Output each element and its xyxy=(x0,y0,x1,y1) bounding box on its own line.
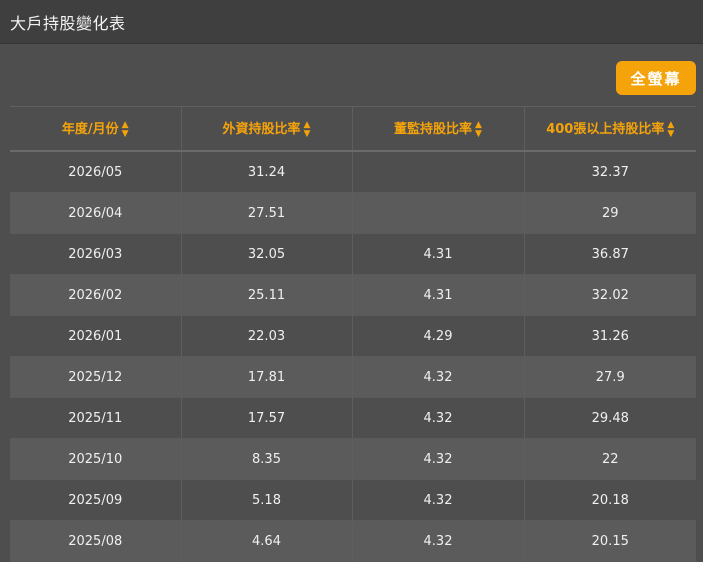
table-header-row: 年度/月份 ▲ ▼ 外資持股比率 ▲ ▼ 董監持股比率 ▲ ▼ 400張以上持股比率 ▲ ▼ xyxy=(10,106,696,152)
cell-400-lots-ratio: 32.37 xyxy=(524,151,696,193)
table-row: 2025/08 4.64 4.32 20.15 xyxy=(10,520,696,562)
table-row: 2025/12 17.81 4.32 27.9 xyxy=(10,356,696,398)
sort-icon[interactable]: ▲ ▼ xyxy=(122,120,129,139)
cell-foreign-ratio: 25.11 xyxy=(181,274,353,316)
cell-directors-ratio: 4.32 xyxy=(352,479,525,521)
cell-400-lots-ratio: 29.48 xyxy=(524,397,696,439)
table-body: 2026/05 31.24 32.37 2026/04 27.51 29 2026/03 32… xyxy=(10,151,696,562)
cell-directors-ratio: 4.31 xyxy=(352,233,525,275)
table-row: 2025/11 17.57 4.32 29.48 xyxy=(10,397,696,439)
cell-directors-ratio: 4.32 xyxy=(352,438,525,480)
column-header-label: 年度/月份 xyxy=(61,122,119,138)
title-bar: 大戶持股變化表 xyxy=(0,0,703,44)
column-header-directors[interactable]: 董監持股比率 ▲ ▼ xyxy=(352,106,525,152)
cell-period: 2026/01 xyxy=(10,315,182,357)
table-row: 2025/10 8.35 4.32 22 xyxy=(10,438,696,480)
cell-period: 2025/12 xyxy=(10,356,182,398)
cell-foreign-ratio: 4.64 xyxy=(181,520,353,562)
cell-directors-ratio: 4.32 xyxy=(352,397,525,439)
cell-directors-ratio xyxy=(352,192,525,234)
cell-period: 2026/02 xyxy=(10,274,182,316)
cell-directors-ratio: 4.32 xyxy=(352,520,525,562)
cell-directors-ratio: 4.32 xyxy=(352,356,525,398)
cell-period: 2025/08 xyxy=(10,520,182,562)
column-header-label: 外資持股比率 xyxy=(222,122,301,138)
cell-400-lots-ratio: 32.02 xyxy=(524,274,696,316)
table-row: 2026/02 25.11 4.31 32.02 xyxy=(10,274,696,316)
cell-period: 2026/03 xyxy=(10,233,182,275)
table-row: 2025/09 5.18 4.32 20.18 xyxy=(10,479,696,521)
cell-foreign-ratio: 17.81 xyxy=(181,356,353,398)
toolbar: 全螢幕 xyxy=(0,44,703,106)
cell-400-lots-ratio: 36.87 xyxy=(524,233,696,275)
cell-foreign-ratio: 17.57 xyxy=(181,397,353,439)
cell-period: 2026/04 xyxy=(10,192,182,234)
cell-foreign-ratio: 27.51 xyxy=(181,192,353,234)
table-row: 2026/04 27.51 29 xyxy=(10,192,696,234)
column-header-foreign[interactable]: 外資持股比率 ▲ ▼ xyxy=(181,106,353,152)
sort-icon[interactable]: ▲ ▼ xyxy=(304,120,311,139)
cell-foreign-ratio: 32.05 xyxy=(181,233,353,275)
cell-directors-ratio: 4.31 xyxy=(352,274,525,316)
holdings-table: 年度/月份 ▲ ▼ 外資持股比率 ▲ ▼ 董監持股比率 ▲ ▼ 400張以上持股比率 ▲ ▼ 2… xyxy=(10,106,696,562)
cell-400-lots-ratio: 20.15 xyxy=(524,520,696,562)
cell-foreign-ratio: 5.18 xyxy=(181,479,353,521)
cell-directors-ratio: 4.29 xyxy=(352,315,525,357)
cell-directors-ratio xyxy=(352,151,525,193)
table-row: 2026/03 32.05 4.31 36.87 xyxy=(10,233,696,275)
cell-400-lots-ratio: 31.26 xyxy=(524,315,696,357)
sort-icon[interactable]: ▲ ▼ xyxy=(667,120,674,139)
column-header-period[interactable]: 年度/月份 ▲ ▼ xyxy=(10,106,182,152)
cell-period: 2025/11 xyxy=(10,397,182,439)
column-header-400-lots[interactable]: 400張以上持股比率 ▲ ▼ xyxy=(524,106,696,152)
holdings-panel: 大戶持股變化表 全螢幕 年度/月份 ▲ ▼ 外資持股比率 ▲ ▼ 董監持股比率 ▲ ▼ 40… xyxy=(0,0,703,562)
cell-400-lots-ratio: 20.18 xyxy=(524,479,696,521)
cell-400-lots-ratio: 27.9 xyxy=(524,356,696,398)
column-header-label: 400張以上持股比率 xyxy=(546,122,665,138)
table-row: 2026/01 22.03 4.29 31.26 xyxy=(10,315,696,357)
cell-foreign-ratio: 31.24 xyxy=(181,151,353,193)
column-header-label: 董監持股比率 xyxy=(394,122,473,138)
cell-400-lots-ratio: 29 xyxy=(524,192,696,234)
page-title: 大戶持股變化表 xyxy=(10,13,126,33)
table-row: 2026/05 31.24 32.37 xyxy=(10,151,696,193)
cell-period: 2025/10 xyxy=(10,438,182,480)
sort-icon[interactable]: ▲ ▼ xyxy=(475,120,482,139)
cell-period: 2026/05 xyxy=(10,151,182,193)
cell-400-lots-ratio: 22 xyxy=(524,438,696,480)
cell-foreign-ratio: 22.03 xyxy=(181,315,353,357)
cell-period: 2025/09 xyxy=(10,479,182,521)
fullscreen-button[interactable]: 全螢幕 xyxy=(616,61,696,95)
cell-foreign-ratio: 8.35 xyxy=(181,438,353,480)
